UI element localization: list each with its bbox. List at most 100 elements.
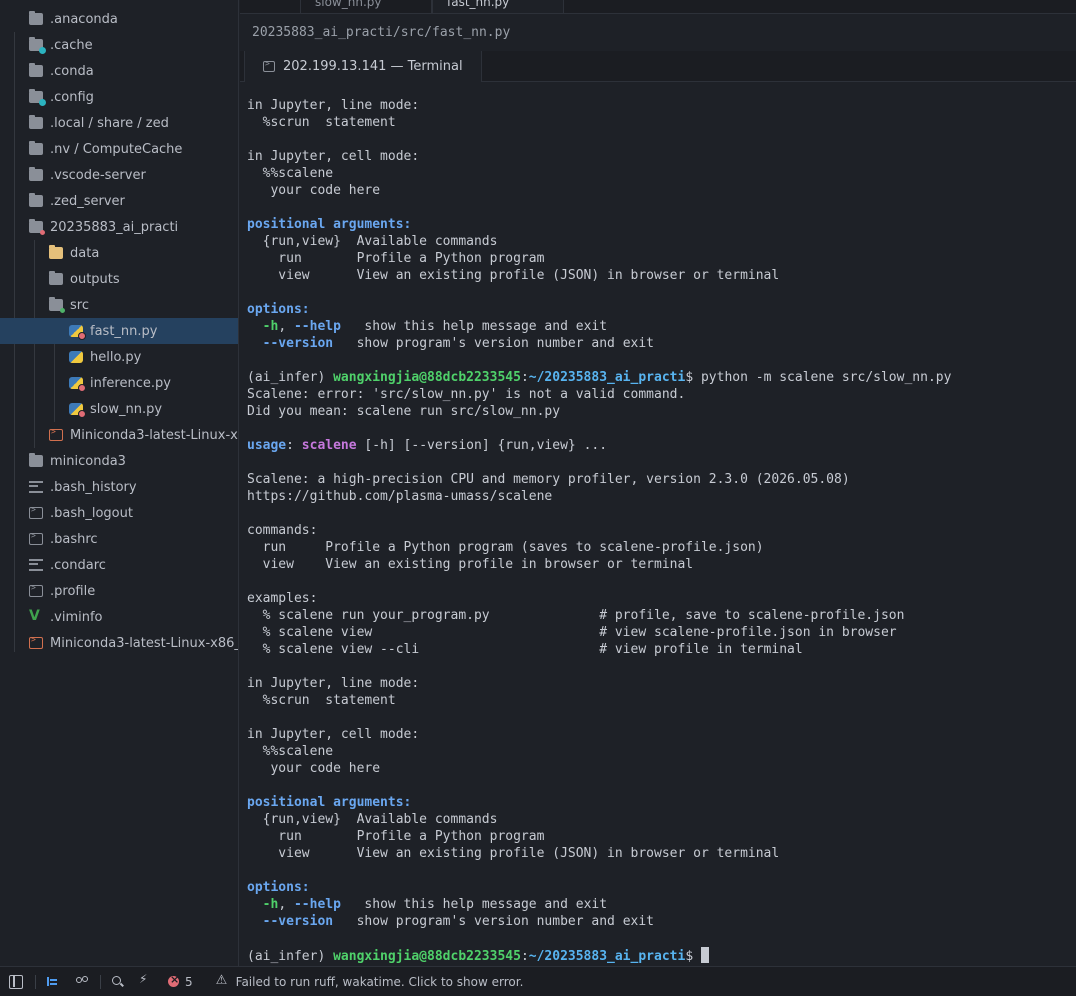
- status-message[interactable]: Failed to run ruff, wakatime. Click to s…: [236, 975, 524, 989]
- project-panel: .anaconda .cache .conda .config .local /…: [0, 0, 239, 966]
- terminal-line: options:: [247, 301, 1076, 318]
- tree-item-bash-history[interactable]: .bash_history: [0, 474, 238, 500]
- tree-item-hello[interactable]: hello.py: [0, 344, 238, 370]
- tree-item-miniconda3[interactable]: miniconda3: [0, 448, 238, 474]
- terminal-line: commands:: [247, 522, 1076, 539]
- text-file-icon: [29, 481, 43, 493]
- tree-item-config[interactable]: .config: [0, 84, 238, 110]
- folder-icon: [29, 193, 43, 207]
- terminal-text: show program's version number and exit: [333, 914, 655, 929]
- git-branch-icon[interactable]: [74, 975, 88, 989]
- terminal-line: {run,view} Available commands: [247, 811, 1076, 828]
- terminal-text: ,: [278, 319, 294, 334]
- terminal-line: -h, --help show this help message and ex…: [247, 318, 1076, 335]
- tree-item-src[interactable]: src: [0, 292, 238, 318]
- folder-open-icon: [49, 297, 65, 313]
- tree-item-nv-computecache[interactable]: .nv / ComputeCache: [0, 136, 238, 162]
- terminal-line: % scalene run your_program.py # profile,…: [247, 607, 1076, 624]
- terminal-text: %scrun statement: [247, 115, 396, 130]
- terminal-line: your code here: [247, 182, 1076, 199]
- terminal-text: Scalene: error: 'src/slow_nn.py' is not …: [247, 387, 686, 402]
- terminal-line: (ai_infer) wangxingjia@88dcb2233545:~/20…: [247, 369, 1076, 386]
- tree-item-profile[interactable]: .profile: [0, 578, 238, 604]
- tab-fast-nn[interactable]: fast_nn.py: [432, 0, 564, 13]
- terminal-text: examples:: [247, 591, 318, 606]
- toggle-panel-icon[interactable]: [9, 974, 23, 989]
- terminal-line: view View an existing profile in browser…: [247, 556, 1076, 573]
- terminal-output[interactable]: in Jupyter, line mode: %scrun statement i…: [240, 83, 1076, 966]
- tree-item-inference[interactable]: inference.py: [0, 370, 238, 396]
- terminal-line: %%scalene: [247, 743, 1076, 760]
- tree-item-conda[interactable]: .conda: [0, 58, 238, 84]
- terminal-line: positional arguments:: [247, 794, 1076, 811]
- breadcrumb[interactable]: 20235883_ai_practi/src/fast_nn.py: [240, 15, 1076, 51]
- divider: [35, 974, 36, 989]
- terminal-text: options:: [247, 302, 310, 317]
- terminal-text: run Profile a Python program (saves to s…: [247, 540, 764, 555]
- tab-terminal[interactable]: 202.199.13.141 — Terminal: [244, 51, 482, 82]
- terminal-line: run Profile a Python program (saves to s…: [247, 539, 1076, 556]
- tree-item-condarc[interactable]: .condarc: [0, 552, 238, 578]
- terminal-text: -h: [262, 319, 279, 334]
- tree-item-project-root[interactable]: 20235883_ai_practi: [0, 214, 238, 240]
- terminal-file-icon: [29, 583, 43, 597]
- python-file-icon: [69, 377, 86, 392]
- project-tree-icon[interactable]: [45, 975, 59, 989]
- terminal-text: (ai_infer): [247, 949, 334, 964]
- terminal-cursor: [700, 947, 709, 963]
- tree-item-viminfo[interactable]: .viminfo: [0, 604, 238, 630]
- tree-item-anaconda[interactable]: .anaconda: [0, 6, 238, 32]
- terminal-line: Scalene: error: 'src/slow_nn.py' is not …: [247, 386, 1076, 403]
- tree-item-cache[interactable]: .cache: [0, 32, 238, 58]
- error-icon[interactable]: [168, 973, 179, 987]
- terminal-line: %scrun statement: [247, 692, 1076, 709]
- terminal-text: options:: [247, 880, 310, 895]
- terminal-tab-bar: 202.199.13.141 — Terminal: [240, 51, 1076, 82]
- terminal-file-icon: [49, 427, 63, 441]
- terminal-text: --help: [293, 897, 341, 912]
- tree-item-outputs[interactable]: outputs: [0, 266, 238, 292]
- python-file-icon: [69, 325, 86, 340]
- terminal-text: in Jupyter, cell mode:: [247, 149, 420, 164]
- terminal-line: view View an existing profile (JSON) in …: [247, 267, 1076, 284]
- folder-icon: [29, 115, 43, 129]
- tree-item-fast-nn[interactable]: fast_nn.py: [0, 318, 238, 344]
- terminal-text: view View an existing profile (JSON) in …: [247, 268, 780, 283]
- tree-item-bashrc[interactable]: .bashrc: [0, 526, 238, 552]
- terminal-text: --help: [293, 319, 341, 334]
- terminal-text: % scalene view # view scalene-profile.js…: [247, 625, 897, 640]
- language-server-icon[interactable]: [139, 972, 153, 989]
- terminal-text: {run,view} Available commands: [247, 234, 498, 249]
- tree-item-slow-nn[interactable]: slow_nn.py: [0, 396, 238, 422]
- terminal-file-icon: [29, 505, 43, 519]
- terminal-text: (ai_infer): [247, 370, 334, 385]
- terminal-icon: [263, 59, 275, 72]
- error-count[interactable]: 5: [185, 975, 193, 989]
- tree-item-bash-logout[interactable]: .bash_logout: [0, 500, 238, 526]
- terminal-text: {run,view} Available commands: [247, 812, 498, 827]
- terminal-text: Scalene: a high-precision CPU and memory…: [247, 472, 850, 487]
- terminal-line: %%scalene: [247, 165, 1076, 182]
- terminal-text: $ python -m scalene src/slow_nn.py: [685, 370, 952, 385]
- tree-item-miniconda-installer[interactable]: Miniconda3-latest-Linux-x86_64.sh: [0, 422, 238, 448]
- tree-item-miniconda-installer-root[interactable]: Miniconda3-latest-Linux-x86_64.sh: [0, 630, 238, 656]
- tree-item-zed-server[interactable]: .zed_server: [0, 188, 238, 214]
- terminal-line: positional arguments:: [247, 216, 1076, 233]
- search-icon[interactable]: [110, 975, 124, 989]
- text-file-icon: [29, 559, 43, 571]
- tree-item-data[interactable]: data: [0, 240, 238, 266]
- tree-item-local-share-zed[interactable]: .local / share / zed: [0, 110, 238, 136]
- folder-icon: [29, 63, 43, 77]
- terminal-text: scalene: [301, 438, 357, 453]
- terminal-text: https://github.com/plasma-umass/scalene: [247, 489, 553, 504]
- tree-item-vscode-server[interactable]: .vscode-server: [0, 162, 238, 188]
- divider: [100, 974, 101, 989]
- status-bar: 5 Failed to run ruff, wakatime. Click to…: [0, 966, 1076, 996]
- tab-slow-nn[interactable]: slow_nn.py: [300, 0, 432, 13]
